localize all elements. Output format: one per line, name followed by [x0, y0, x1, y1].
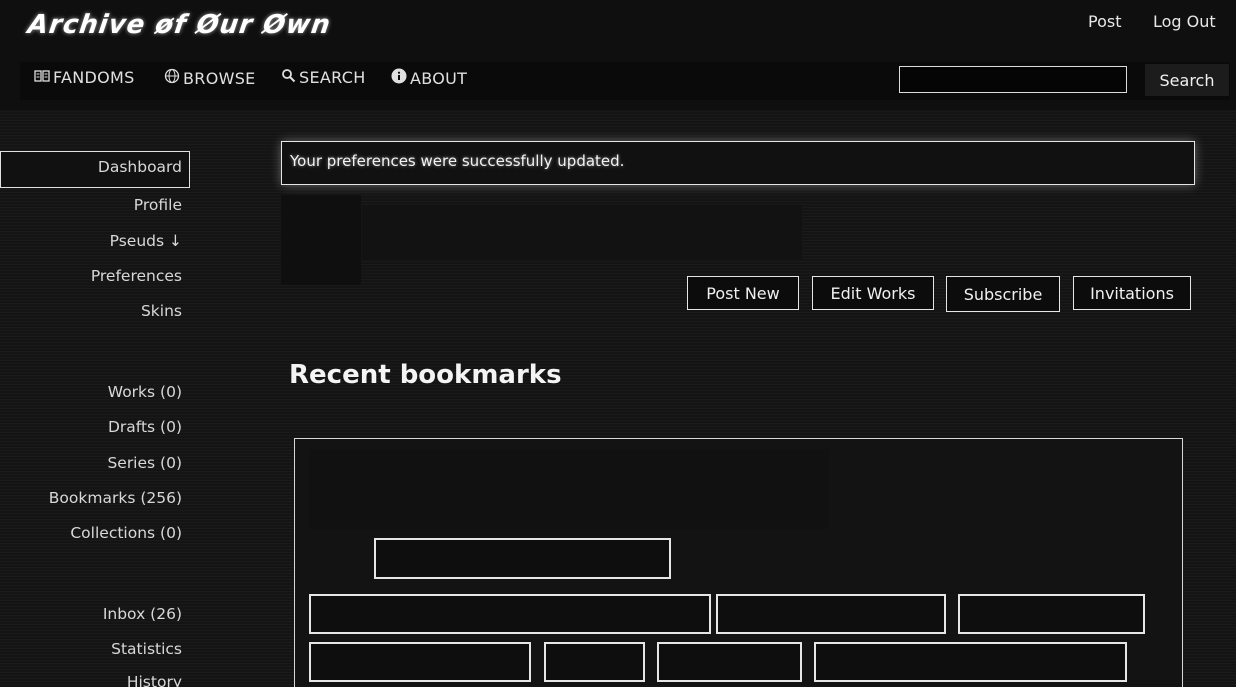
- nav-browse-label: BROWSE: [183, 68, 256, 88]
- nav-search-label: SEARCH: [299, 68, 366, 87]
- search-input[interactable]: [899, 66, 1127, 93]
- tag-placeholder: [814, 642, 1127, 682]
- nav-about-label: ABOUT: [410, 68, 468, 88]
- success-notice-text: Your preferences were successfully updat…: [290, 152, 625, 170]
- nav-search[interactable]: SEARCH: [279, 68, 366, 87]
- header-placeholder: [362, 205, 802, 260]
- sidebar-item-preferences[interactable]: Preferences: [91, 267, 182, 285]
- bookmark-field-placeholder: [374, 538, 671, 579]
- tag-placeholder: [309, 642, 531, 682]
- nav-browse[interactable]: BROWSE: [163, 68, 256, 88]
- nav-fandoms-label: FANDOMS: [53, 68, 135, 87]
- nav-fandoms[interactable]: FANDOMS: [33, 68, 135, 87]
- site-logo[interactable]: Archive øf Øur Øwn: [26, 10, 333, 40]
- bookmark-header-placeholder: [309, 449, 829, 529]
- sidebar-item-profile[interactable]: Profile: [134, 196, 182, 214]
- sidebar-item-drafts[interactable]: Drafts (0): [108, 418, 182, 436]
- tag-placeholder: [716, 594, 946, 634]
- sidebar-item-series[interactable]: Series (0): [107, 454, 182, 472]
- user-icon-placeholder: [281, 195, 361, 285]
- search-icon: [279, 68, 297, 87]
- post-new-button[interactable]: Post New: [687, 276, 799, 310]
- nav-about[interactable]: ABOUT: [390, 68, 467, 88]
- subscribe-button[interactable]: Subscribe: [946, 276, 1060, 312]
- bookmark-blurb: [294, 438, 1183, 687]
- log-out-link[interactable]: Log Out: [1153, 12, 1216, 31]
- globe-icon: [163, 68, 181, 88]
- tag-placeholder: [958, 594, 1145, 634]
- edit-works-button[interactable]: Edit Works: [812, 276, 934, 310]
- search-button[interactable]: Search: [1145, 64, 1229, 96]
- sidebar-item-pseuds[interactable]: Pseuds ↓: [110, 232, 182, 250]
- sidebar-item-inbox[interactable]: Inbox (26): [103, 605, 182, 623]
- sidebar-item-works[interactable]: Works (0): [108, 383, 182, 401]
- invitations-button[interactable]: Invitations: [1073, 276, 1191, 310]
- sidebar-item-dashboard[interactable]: Dashboard: [98, 158, 182, 176]
- sidebar-item-statistics[interactable]: Statistics: [111, 640, 182, 658]
- book-icon: [33, 69, 51, 87]
- tag-placeholder: [309, 594, 711, 634]
- sidebar-item-skins[interactable]: Skins: [141, 302, 182, 320]
- post-link[interactable]: Post: [1088, 12, 1121, 31]
- sidebar-item-bookmarks[interactable]: Bookmarks (256): [49, 489, 182, 507]
- sidebar-item-collections[interactable]: Collections (0): [70, 524, 182, 542]
- tag-placeholder: [657, 642, 802, 682]
- info-icon: [390, 68, 408, 88]
- sidebar-item-history[interactable]: History: [127, 673, 182, 687]
- recent-bookmarks-heading: Recent bookmarks: [289, 360, 562, 390]
- success-notice: Your preferences were successfully updat…: [281, 141, 1195, 185]
- tag-placeholder: [544, 642, 645, 682]
